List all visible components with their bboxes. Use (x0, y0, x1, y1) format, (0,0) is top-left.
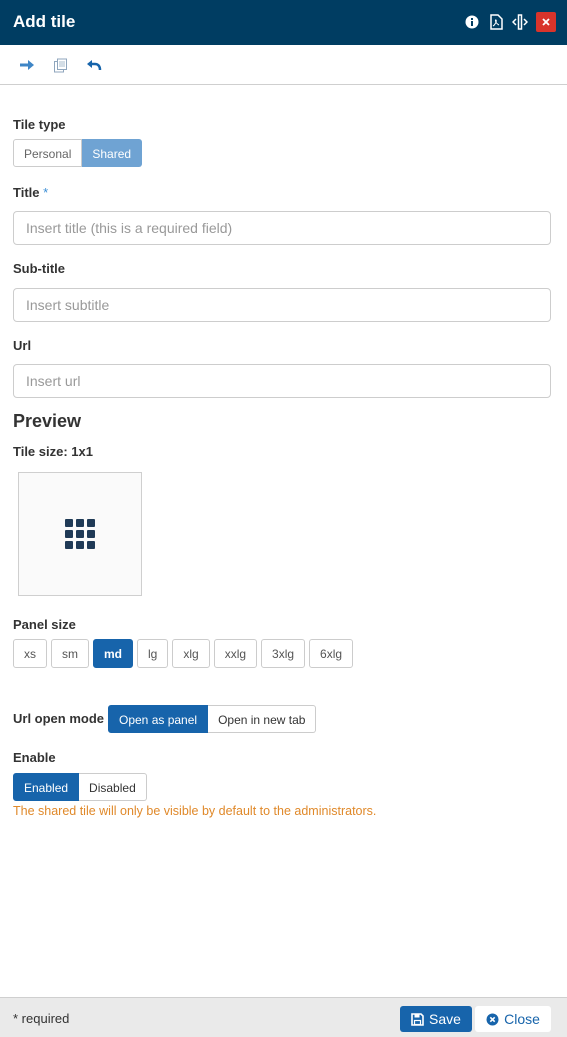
tile-type-toggle: Personal Shared (13, 139, 143, 167)
save-button[interactable]: Save (400, 1006, 472, 1032)
close-circle-icon (486, 1013, 499, 1025)
panel-size-buttons: xs sm md lg xlg xxlg 3xlg 6xlg (13, 639, 354, 668)
required-note: * required (13, 1011, 70, 1026)
panel-size-xxlg[interactable]: xxlg (213, 639, 258, 668)
url-open-mode-toggle: Open as panel Open in new tab (108, 705, 317, 733)
grid-icon (65, 519, 95, 549)
url-label: Url (13, 338, 32, 353)
expand-width-icon[interactable] (512, 13, 528, 31)
url-input[interactable] (13, 364, 551, 398)
panel-size-label: Panel size (13, 617, 76, 632)
subtitle-label: Sub-title (13, 261, 65, 276)
tile-preview (18, 472, 142, 596)
panel-size-xs[interactable]: xs (13, 639, 47, 668)
window-controls (464, 12, 556, 32)
enabled-option[interactable]: Enabled (13, 773, 80, 801)
floppy-icon (411, 1012, 424, 1026)
toolbar (0, 45, 567, 85)
close-label: Close (504, 1011, 540, 1027)
tile-size-label: Tile size: 1x1 (13, 444, 93, 459)
panel-size-xlg[interactable]: xlg (172, 639, 210, 668)
panel-size-6xlg[interactable]: 6xlg (309, 639, 354, 668)
window-titlebar: Add tile (0, 0, 567, 45)
copy-icon[interactable] (51, 57, 69, 73)
save-label: Save (429, 1011, 461, 1027)
open-as-panel-option[interactable]: Open as panel (108, 705, 209, 733)
shared-tile-note: The shared tile will only be visible by … (13, 804, 377, 818)
tile-type-personal-option[interactable]: Personal (13, 139, 83, 167)
panel-size-sm[interactable]: sm (51, 639, 89, 668)
enable-label: Enable (13, 750, 56, 765)
info-icon[interactable] (464, 13, 480, 31)
enable-toggle: Enabled Disabled (13, 773, 147, 801)
close-icon[interactable] (536, 12, 556, 32)
tile-type-shared-option[interactable]: Shared (82, 139, 143, 167)
url-open-mode-label: Url open mode (13, 711, 105, 726)
panel-size-md[interactable]: md (93, 639, 133, 668)
arrow-right-icon[interactable] (18, 57, 36, 73)
tile-type-label: Tile type (13, 117, 66, 132)
disabled-option[interactable]: Disabled (79, 773, 147, 801)
open-in-new-tab-option[interactable]: Open in new tab (208, 705, 317, 733)
pdf-icon[interactable] (488, 13, 504, 31)
title-input[interactable] (13, 211, 551, 245)
preview-heading: Preview (13, 411, 82, 431)
panel-size-3xlg[interactable]: 3xlg (261, 639, 306, 668)
close-button[interactable]: Close (475, 1006, 551, 1032)
subtitle-input[interactable] (13, 288, 551, 322)
panel-size-lg[interactable]: lg (137, 639, 169, 668)
window-title: Add tile (13, 12, 76, 31)
required-mark: * (43, 185, 49, 200)
title-label-text: Title (13, 185, 40, 200)
footer: * required Save Close (0, 997, 567, 1037)
title-label: Title * (13, 185, 48, 200)
undo-icon[interactable] (85, 57, 103, 73)
